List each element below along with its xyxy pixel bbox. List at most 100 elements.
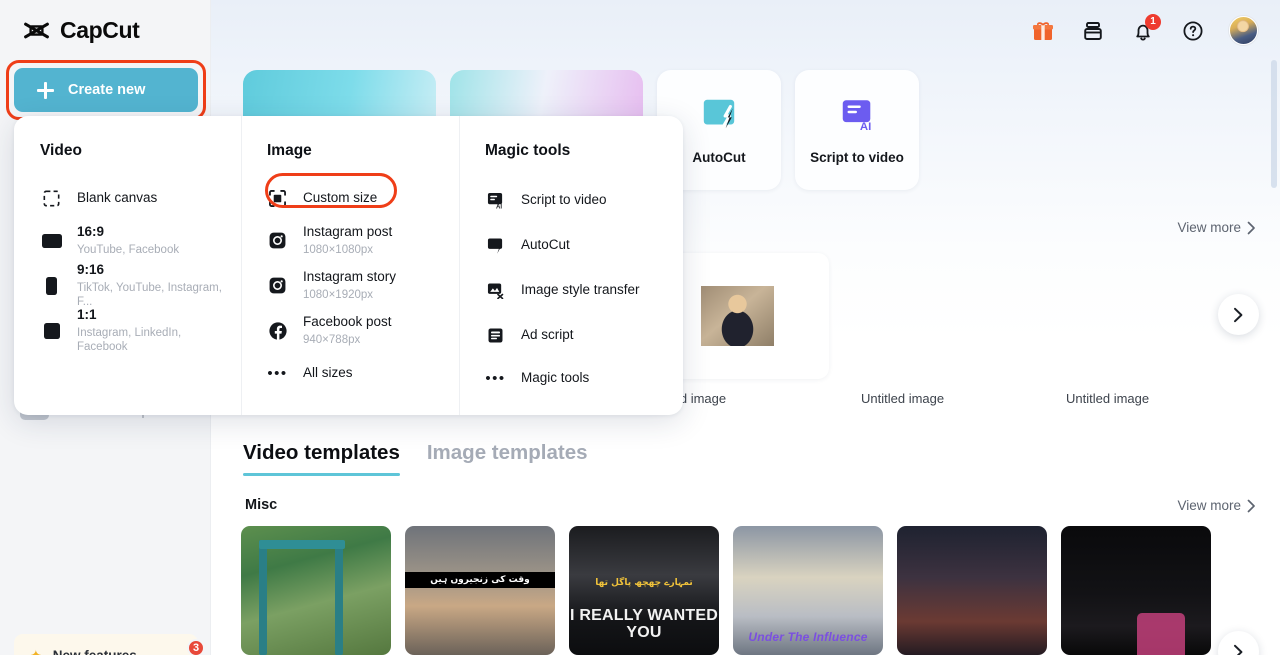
dropdown-item-label: Blank canvas	[77, 189, 158, 205]
dropdown-column-image: Image Custom size Instagram post 1080×10…	[241, 116, 459, 415]
dropdown-item-image-style-transfer[interactable]: Image style transfer	[477, 268, 683, 313]
custom-size-icon	[267, 189, 288, 207]
dropdown-item-facebook-post[interactable]: Facebook post 940×788px	[259, 308, 459, 353]
dropdown-item-blank-canvas[interactable]: Blank canvas	[40, 178, 241, 218]
script-to-video-card[interactable]: AI Script to video	[795, 70, 919, 190]
dropdown-item-16-9[interactable]: 16:9 YouTube, Facebook	[40, 218, 241, 263]
dropdown-item-sublabel: 1080×1920px	[303, 288, 374, 301]
capcut-app-window: CapCut Create new Create new space ✦ New…	[0, 0, 1280, 655]
dropdown-item-magic-tools[interactable]: ••• Magic tools	[477, 358, 683, 398]
capcut-logo-icon	[24, 22, 49, 39]
dropdown-item-label: 16:9	[77, 223, 105, 239]
bell-icon[interactable]: 1	[1129, 13, 1161, 45]
templates-view-more[interactable]: View more	[1177, 498, 1256, 513]
dropdown-column-magic-tools: Magic tools AI Script to video AutoCut I…	[459, 116, 683, 415]
dropdown-item-ad-script[interactable]: Ad script	[477, 313, 683, 358]
dropdown-item-sublabel: 940×788px	[303, 333, 361, 346]
dashed-canvas-icon	[41, 190, 62, 207]
autocut-card-label: AutoCut	[692, 149, 746, 165]
bell-badge: 1	[1145, 13, 1161, 30]
dropdown-item-label: Script to video	[521, 192, 607, 208]
templates-carousel: وقت کی زنجیروں ہیں تمہارے چھچھ پاگل تھا …	[241, 526, 1211, 655]
ellipsis-icon: •••	[267, 364, 288, 382]
template-card[interactable]	[897, 526, 1047, 655]
gift-icon-glyph	[1033, 21, 1053, 40]
dropdown-item-sublabel: YouTube, Facebook	[77, 243, 180, 256]
vertical-scrollbar[interactable]	[1271, 60, 1277, 188]
svg-text:AI: AI	[860, 121, 871, 133]
projects-view-more[interactable]: View more	[1177, 220, 1256, 235]
dropdown-item-label: Magic tools	[521, 369, 590, 385]
project-card-label: Untitled image	[861, 391, 945, 406]
dropdown-item-script-to-video[interactable]: AI Script to video	[477, 178, 683, 223]
header-icon-bar: 1	[1029, 13, 1258, 45]
avatar[interactable]	[1229, 16, 1258, 45]
dropdown-item-instagram-post[interactable]: Instagram post 1080×1080px	[259, 218, 459, 263]
chevron-right-icon	[1247, 499, 1255, 512]
tab-image-templates[interactable]: Image templates	[427, 441, 588, 476]
script-to-video-card-label: Script to video	[810, 149, 904, 165]
dropdown-item-label: Instagram post	[303, 223, 393, 239]
create-new-button[interactable]: Create new	[14, 68, 198, 112]
template-card[interactable]: تمہارے چھچھ پاگل تھا I REALLY WANTED YOU	[569, 526, 719, 655]
facebook-icon	[267, 321, 288, 340]
dropdown-item-label: AutoCut	[521, 237, 570, 253]
dropdown-item-sublabel: 1080×1080px	[303, 243, 374, 256]
create-new-wrapper: Create new	[6, 60, 206, 120]
dropdown-item-all-sizes[interactable]: ••• All sizes	[259, 353, 459, 393]
square-frame-icon	[41, 322, 62, 339]
dropdown-item-label: All sizes	[303, 364, 353, 380]
create-new-label: Create new	[68, 82, 146, 98]
dropdown-heading-image: Image	[267, 142, 312, 159]
archive-icon-glyph	[1084, 21, 1102, 40]
instagram-icon	[267, 232, 288, 249]
capcut-logo-text: CapCut	[60, 17, 140, 43]
dropdown-item-label: Facebook post	[303, 313, 392, 329]
dropdown-item-1-1[interactable]: 1:1 Instagram, LinkedIn, Facebook	[40, 306, 241, 353]
tab-video-templates[interactable]: Video templates	[243, 441, 400, 476]
dropdown-item-autocut[interactable]: AutoCut	[477, 223, 683, 268]
dropdown-item-label: 9:16	[77, 261, 105, 277]
sidebar-item-new-features[interactable]: ✦ New features 3	[14, 634, 205, 655]
new-features-label: New features	[52, 647, 137, 655]
dropdown-item-sublabel: Instagram, LinkedIn, Facebook	[77, 326, 182, 353]
template-card[interactable]	[241, 526, 391, 655]
new-features-badge: 3	[187, 639, 205, 655]
dropdown-item-9-16[interactable]: 9:16 TikTok, YouTube, Instagram, F...	[40, 261, 241, 308]
ellipsis-icon: •••	[485, 369, 506, 387]
script-ai-icon: AI	[485, 192, 506, 209]
capcut-logo[interactable]: CapCut	[22, 16, 140, 45]
template-card[interactable]: وقت کی زنجیروں ہیں	[405, 526, 555, 655]
template-caption: وقت کی زنجیروں ہیں	[405, 572, 555, 588]
chevron-right-icon	[1234, 307, 1243, 322]
ad-script-icon	[485, 327, 506, 344]
template-caption-urdu: تمہارے چھچھ پاگل تھا	[595, 578, 693, 588]
archive-icon[interactable]	[1079, 17, 1107, 45]
dropdown-item-label: Ad script	[521, 327, 574, 343]
template-caption: I REALLY WANTED YOU	[570, 607, 718, 641]
dropdown-item-label: 1:1	[77, 306, 97, 322]
project-thumbnail	[700, 286, 774, 346]
autocut-icon	[703, 99, 735, 129]
dropdown-item-sublabel: TikTok, YouTube, Instagram, F...	[77, 281, 222, 308]
projects-next-button[interactable]	[1218, 294, 1259, 335]
gift-icon[interactable]	[1029, 17, 1057, 45]
dropdown-item-instagram-story[interactable]: Instagram story 1080×1920px	[259, 263, 459, 308]
style-transfer-icon	[485, 282, 506, 299]
script-ai-icon: AI	[842, 99, 871, 133]
project-card-label: Untitled image	[1066, 391, 1150, 406]
help-circle-icon-glyph	[1183, 20, 1203, 41]
create-new-dropdown: Video Blank canvas 16:9 YouTube, Faceboo…	[14, 116, 683, 415]
template-card[interactable]	[1061, 526, 1211, 655]
dropdown-item-custom-size[interactable]: Custom size	[259, 173, 459, 218]
dropdown-heading-magic-tools: Magic tools	[485, 142, 571, 159]
help-circle-icon[interactable]	[1179, 17, 1207, 45]
landscape-frame-icon	[41, 233, 62, 248]
templates-tab-bar: Video templates Image templates	[243, 441, 588, 476]
dropdown-item-label: Image style transfer	[521, 282, 640, 298]
autocut-icon	[485, 237, 506, 254]
dropdown-column-video: Video Blank canvas 16:9 YouTube, Faceboo…	[14, 116, 241, 415]
template-card[interactable]: Under The Influence	[733, 526, 883, 655]
projects-view-more-label: View more	[1177, 220, 1241, 235]
svg-text:AI: AI	[496, 205, 502, 209]
